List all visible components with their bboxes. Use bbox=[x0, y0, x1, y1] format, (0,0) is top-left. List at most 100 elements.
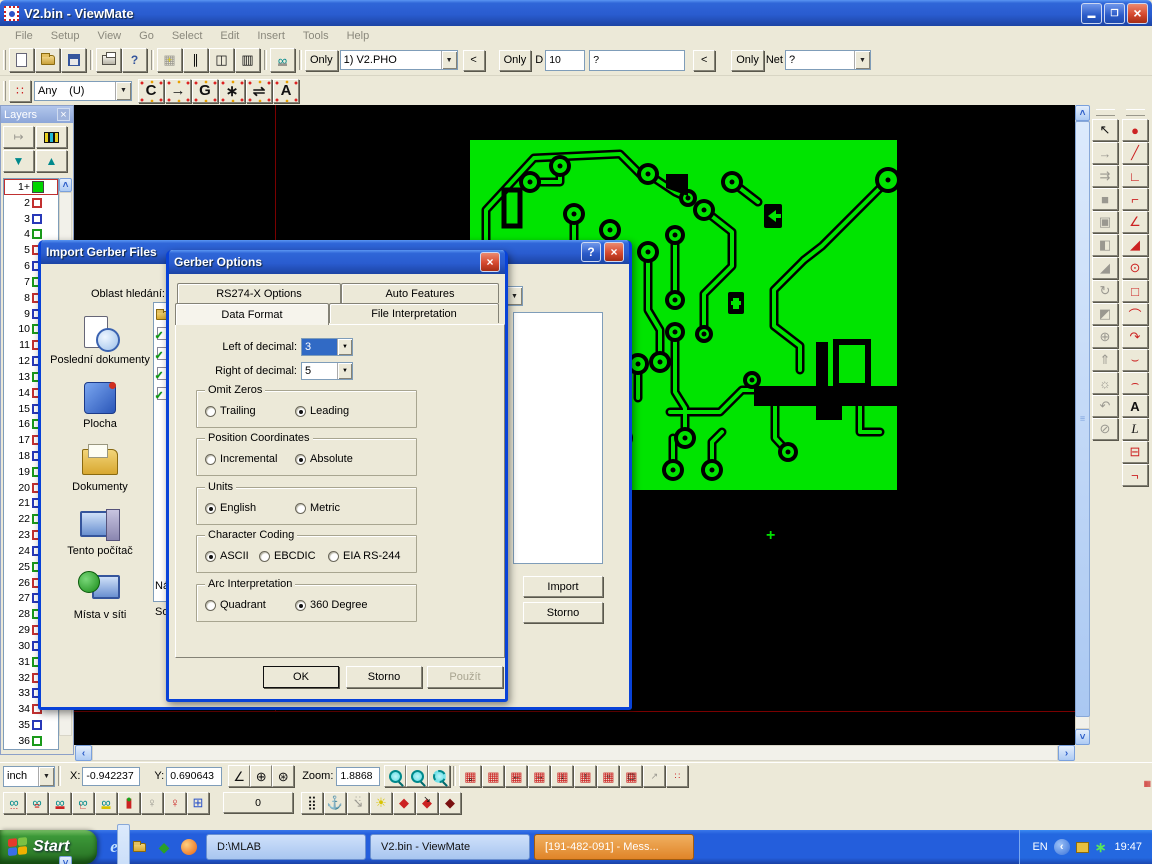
only-dcode-button[interactable]: Only bbox=[499, 50, 532, 71]
radio-quadrant[interactable]: Quadrant bbox=[205, 599, 266, 611]
aperture-letter-button[interactable]: G bbox=[192, 79, 218, 103]
only-net-button[interactable]: Only bbox=[731, 50, 764, 71]
grid-tool-button[interactable]: ▦ bbox=[482, 765, 504, 787]
taskbar-task[interactable]: D:\MLAB bbox=[206, 834, 366, 860]
language-indicator[interactable]: EN bbox=[1032, 841, 1047, 853]
inspect-button[interactable]: ∞▬ bbox=[270, 48, 295, 72]
mode-tool-button[interactable]: ☀ bbox=[370, 792, 392, 814]
only-layer-button[interactable]: Only bbox=[305, 50, 338, 71]
place-item[interactable]: Plocha bbox=[78, 380, 122, 431]
radio-icon[interactable] bbox=[205, 551, 216, 562]
edit-tool-button[interactable]: ⊕ bbox=[1092, 326, 1118, 348]
aperture-type-combo[interactable]: Any (U) ▼ bbox=[34, 81, 132, 101]
chevron-down-icon[interactable]: ▼ bbox=[337, 339, 352, 355]
mode-tool-button[interactable]: ◆ bbox=[393, 792, 415, 814]
grid-tool-button[interactable]: ▦→ bbox=[528, 765, 550, 787]
draw-tool-button[interactable]: A bbox=[1122, 395, 1148, 417]
grid-tool-button[interactable]: ▦◻ bbox=[620, 765, 642, 787]
toolbar-button[interactable]: ∥ bbox=[183, 48, 208, 72]
canvas-scroll-down[interactable]: ˅ bbox=[1075, 729, 1090, 745]
edit-tool-button[interactable]: ▣ bbox=[1092, 211, 1118, 233]
chevron-down-icon[interactable]: ▼ bbox=[441, 51, 457, 69]
layer-row[interactable]: 1+ bbox=[4, 179, 58, 195]
draw-tool-button[interactable]: ◢ bbox=[1122, 234, 1148, 256]
net-combo[interactable]: ? ▼ bbox=[785, 50, 871, 70]
menu-item[interactable]: File bbox=[6, 28, 42, 44]
draw-tool-button[interactable]: ╱ bbox=[1122, 142, 1148, 164]
green-app-icon[interactable]: ◆ bbox=[155, 838, 173, 856]
view-tool-button[interactable]: ∞∟ bbox=[72, 792, 94, 814]
aperture-letter-button[interactable]: ∗ bbox=[219, 79, 245, 103]
view-tool-button[interactable]: ∞… bbox=[3, 792, 25, 814]
apply-button[interactable]: Použít bbox=[427, 666, 503, 688]
view-tool-button[interactable]: ⊞ bbox=[187, 792, 209, 814]
mode-tool-button[interactable]: ◆↘ bbox=[416, 792, 438, 814]
firefox-icon[interactable] bbox=[180, 838, 198, 856]
draw-tool-button[interactable]: ⊙ bbox=[1122, 257, 1148, 279]
edit-tool-button[interactable]: ⊘ bbox=[1092, 418, 1118, 440]
edit-tool-button[interactable]: ↶ bbox=[1092, 395, 1118, 417]
view-tool-button[interactable]: ♀ bbox=[141, 792, 163, 814]
layers-scroll-thumb[interactable] bbox=[117, 824, 130, 864]
view-tool-button[interactable]: ∞▬ bbox=[49, 792, 71, 814]
dialog-help-button[interactable]: ? bbox=[581, 242, 601, 262]
tray-messenger-icon[interactable]: ∗ bbox=[1095, 839, 1107, 856]
import-file-list[interactable] bbox=[513, 312, 603, 564]
radio-360-degree[interactable]: 360 Degree bbox=[295, 599, 368, 611]
layer-colors-button[interactable] bbox=[36, 126, 67, 148]
draw-tool-button[interactable]: ⌣ bbox=[1122, 349, 1148, 371]
grid-tool-button[interactable]: ↗ bbox=[643, 765, 665, 787]
layers-close-button[interactable]: × bbox=[57, 108, 70, 121]
chevron-down-icon[interactable]: ▼ bbox=[854, 51, 870, 69]
dock-panel-button[interactable]: ↦ bbox=[3, 126, 34, 148]
edit-tool-button[interactable]: ■ bbox=[1092, 188, 1118, 210]
radio-trailing[interactable]: Trailing bbox=[205, 405, 256, 417]
radio-incremental[interactable]: Incremental bbox=[205, 453, 277, 465]
menu-item[interactable]: Edit bbox=[211, 28, 248, 44]
dialog-close-button[interactable]: × bbox=[604, 242, 624, 262]
view-tool-button[interactable]: ∞▬ bbox=[95, 792, 117, 814]
radio-icon[interactable] bbox=[295, 503, 306, 514]
taskbar-task[interactable]: [191-482-091] - Mess... bbox=[534, 834, 694, 860]
layer-color-swatch[interactable] bbox=[32, 229, 42, 239]
menu-item[interactable]: Help bbox=[338, 28, 379, 44]
draw-tool-button[interactable]: ∟ bbox=[1122, 165, 1148, 187]
grid-tool-button[interactable]: ▦↓ bbox=[551, 765, 573, 787]
layer-row[interactable]: 35 bbox=[4, 717, 58, 733]
draw-tool-button[interactable]: ↷ bbox=[1122, 326, 1148, 348]
draw-tool-button[interactable]: ⌢ bbox=[1122, 372, 1148, 394]
layer-row[interactable]: 3 bbox=[4, 211, 58, 227]
place-item[interactable]: Tento počítač bbox=[67, 507, 132, 558]
layer-color-swatch[interactable] bbox=[32, 736, 42, 746]
edit-tool-button[interactable]: ⇉ bbox=[1092, 165, 1118, 187]
canvas-scroll-left[interactable]: ‹ bbox=[75, 745, 92, 761]
mode-tool-button[interactable]: ⣿ bbox=[301, 792, 323, 814]
draw-tool-button[interactable]: ⌒ bbox=[1122, 303, 1148, 325]
print-button[interactable] bbox=[96, 48, 121, 72]
import-cancel-button[interactable]: Storno bbox=[523, 602, 603, 623]
radio-icon[interactable] bbox=[205, 406, 216, 417]
place-item[interactable]: Dokumenty bbox=[72, 443, 128, 494]
open-file-button[interactable] bbox=[35, 48, 60, 72]
move-layer-down-button[interactable]: ▼ bbox=[3, 150, 34, 172]
radio-icon[interactable] bbox=[205, 600, 216, 611]
radio-eia-rs244[interactable]: EIA RS-244 bbox=[328, 550, 400, 562]
radio-icon[interactable] bbox=[328, 551, 339, 562]
draw-tool-button[interactable]: L bbox=[1122, 418, 1148, 440]
radio-leading[interactable]: Leading bbox=[295, 405, 349, 417]
place-item[interactable]: Poslední dokumenty bbox=[50, 316, 150, 367]
canvas-scroll-up[interactable]: ˄ bbox=[1075, 105, 1090, 121]
mode-tool-button[interactable]: ⚓ bbox=[324, 792, 346, 814]
toolbar-button[interactable]: ◫ bbox=[209, 48, 234, 72]
menu-item[interactable]: Setup bbox=[42, 28, 89, 44]
mode-tool-button[interactable]: ↘∷ bbox=[347, 792, 369, 814]
unit-combo[interactable]: inch ▼ bbox=[3, 766, 55, 787]
radio-icon[interactable] bbox=[295, 600, 306, 611]
status-tool-button[interactable]: ⊕ bbox=[250, 765, 272, 787]
zoom-tool-button[interactable] bbox=[384, 765, 406, 787]
menu-item[interactable]: Go bbox=[130, 28, 163, 44]
view-tool-button[interactable]: ∞≡ bbox=[26, 792, 48, 814]
aperture-letter-button[interactable]: → bbox=[165, 79, 191, 103]
status-tool-button[interactable]: ⊛ bbox=[272, 765, 294, 787]
close-button[interactable]: × bbox=[1127, 3, 1148, 24]
